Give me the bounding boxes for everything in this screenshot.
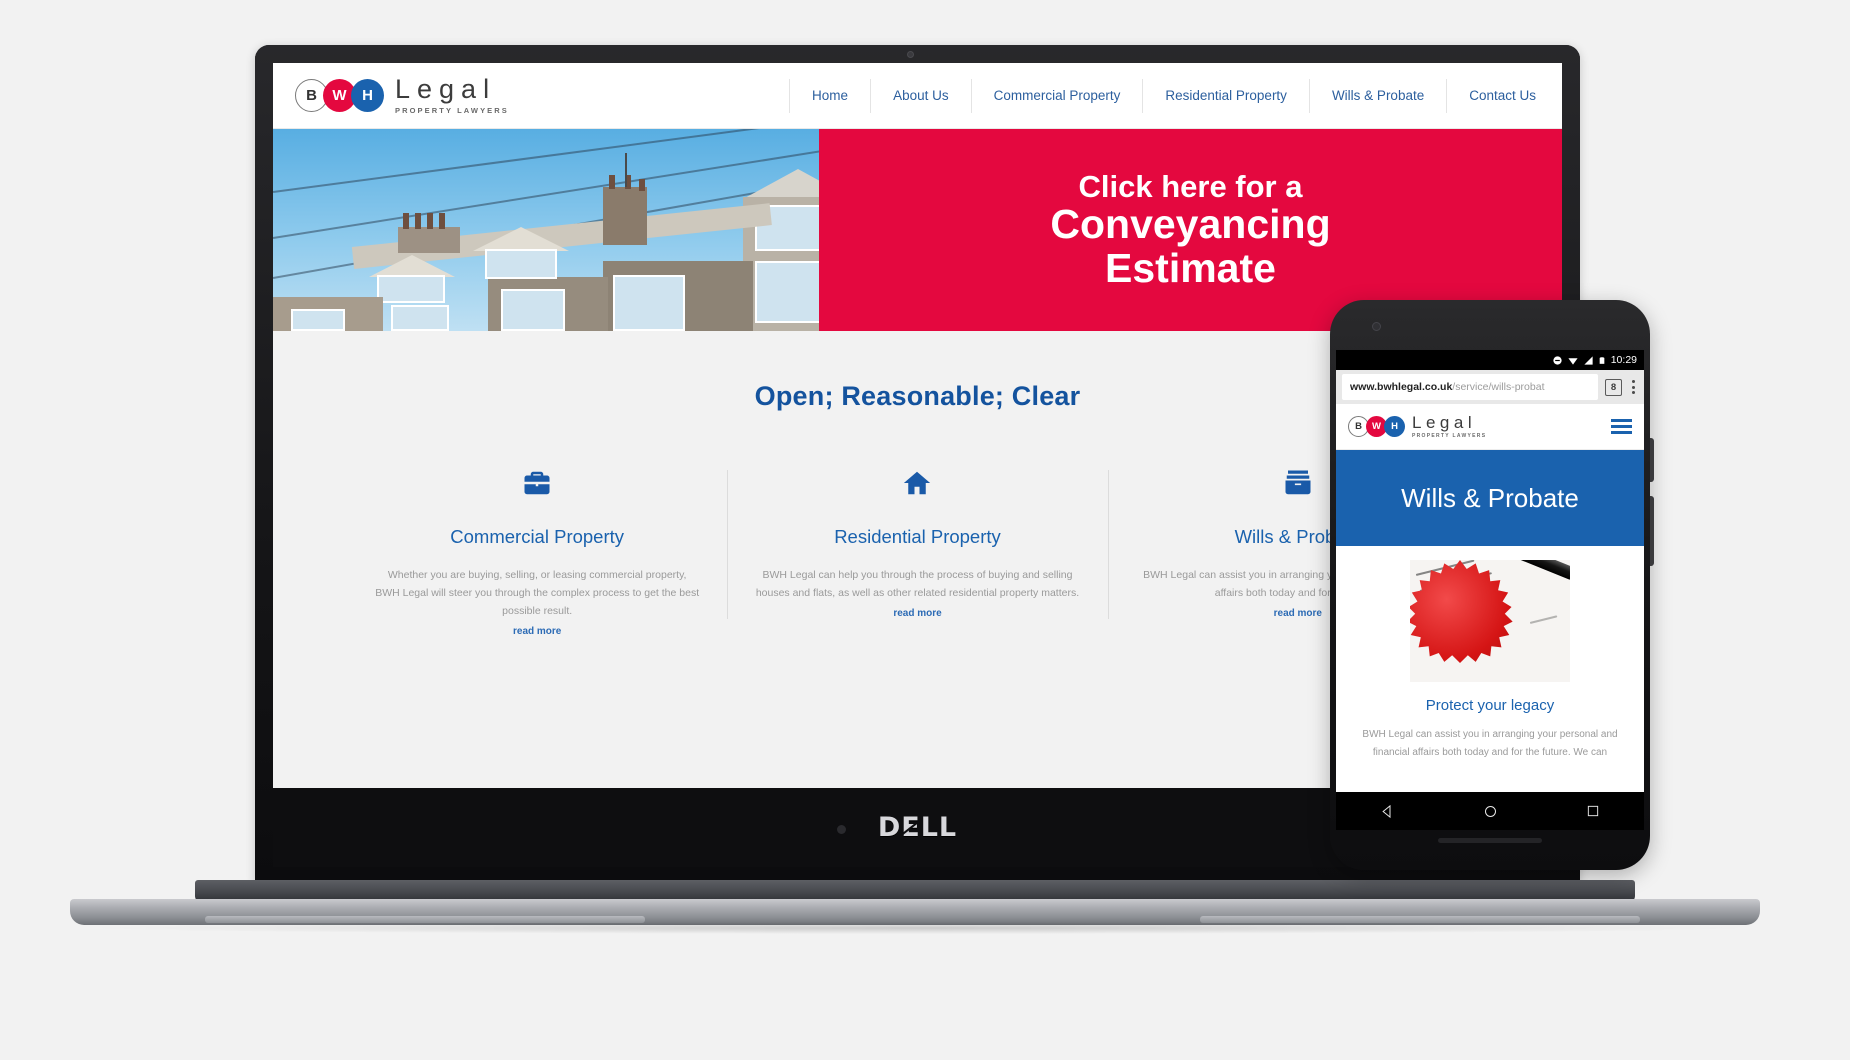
read-more-link[interactable]: read more (755, 608, 1079, 619)
recents-icon[interactable] (1586, 804, 1600, 818)
brand-logo[interactable]: B W H Legal PROPERTY LAWYERS (273, 76, 509, 115)
url-path: /service/wills-probat (1452, 381, 1545, 393)
front-camera-icon (1372, 322, 1381, 331)
dormer-window (377, 275, 445, 303)
do-not-disturb-icon (1553, 355, 1562, 365)
back-icon[interactable] (1380, 804, 1395, 819)
logo-letter-h: H (351, 79, 384, 112)
service-description: BWH Legal can help you through the proce… (755, 569, 1080, 600)
bay-window (501, 289, 565, 331)
cta-line-3: Estimate (1105, 244, 1276, 291)
nav-item-about-us[interactable]: About Us (870, 78, 971, 113)
red-wax-seal (1410, 560, 1513, 664)
chimney (398, 227, 460, 253)
brand-tagline: PROPERTY LAWYERS (395, 106, 509, 116)
mobile-content: Protect your legacy BWH Legal can assist… (1336, 546, 1644, 762)
house-icon (755, 462, 1079, 504)
android-status-bar: 10:29 (1336, 350, 1644, 370)
mobile-paragraph: BWH Legal can assist you in arranging yo… (1362, 729, 1618, 758)
status-time: 10:29 (1610, 354, 1637, 366)
aerial (625, 153, 627, 187)
base-shadow (100, 922, 1740, 934)
mobile-brand-wordmark: Legal PROPERTY LAWYERS (1412, 414, 1486, 439)
wifi-icon (1568, 357, 1578, 365)
nav-item-wills-probate[interactable]: Wills & Probate (1308, 78, 1446, 113)
cta-line-1: Click here for a (1078, 168, 1303, 204)
status-icons (1552, 355, 1606, 366)
mobile-page-banner: Wills & Probate (1336, 450, 1644, 546)
chimney-pot (609, 175, 615, 189)
dell-logo: DELL (877, 812, 958, 843)
chimney (603, 187, 647, 245)
wax-seal-document-photo (1410, 560, 1570, 682)
brand-wordmark: Legal PROPERTY LAWYERS (395, 76, 509, 115)
bay-window (391, 305, 449, 331)
signal-icon (1584, 355, 1593, 365)
mobile-page-title: Wills & Probate (1401, 482, 1579, 513)
pen-icon (1491, 560, 1570, 581)
service-description: Whether you are buying, selling, or leas… (375, 569, 700, 618)
phone-screen: 10:29 www.bwhlegal.co.uk/service/wills-p… (1336, 350, 1644, 792)
status-led (837, 825, 846, 834)
scene: B W H Legal PROPERTY LAWYERS Home About … (0, 0, 1850, 1060)
tab-count-button[interactable]: 8 (1605, 378, 1622, 396)
nav-item-contact-us[interactable]: Contact Us (1446, 78, 1562, 113)
logo-letter-h: H (1384, 416, 1405, 437)
service-title[interactable]: Residential Property (755, 526, 1079, 548)
nav-item-residential-property[interactable]: Residential Property (1142, 78, 1309, 113)
briefcase-icon (375, 462, 699, 504)
chimney-pot (403, 213, 409, 229)
phone-power-button[interactable] (1650, 438, 1654, 482)
nav-item-home[interactable]: Home (789, 78, 870, 113)
chimney-pot (427, 213, 433, 229)
cta-line-2: Conveyancing (1050, 200, 1331, 247)
chimney-pot (415, 213, 421, 229)
mobile-brand-tagline: PROPERTY LAWYERS (1412, 433, 1487, 439)
window (291, 309, 345, 331)
url-input[interactable]: www.bwhlegal.co.uk/service/wills-probat (1342, 374, 1598, 400)
service-card-residential-property: Residential Property BWH Legal can help … (727, 462, 1107, 637)
phone-volume-button[interactable] (1650, 496, 1654, 566)
url-domain: www.bwhlegal.co.uk (1350, 381, 1453, 393)
mobile-site-header: B W H Legal PROPERTY LAWYERS (1336, 404, 1644, 450)
bay-window (613, 275, 685, 331)
mobile-brand-name: Legal (1412, 413, 1477, 432)
nav-item-commercial-property[interactable]: Commercial Property (970, 78, 1143, 113)
mobile-brand-logo[interactable]: B W H Legal PROPERTY LAWYERS (1348, 414, 1486, 439)
brand-name: Legal (395, 74, 497, 105)
window (755, 261, 819, 323)
mobile-heading: Protect your legacy (1425, 697, 1555, 714)
webcam-icon (907, 51, 914, 58)
main-navigation: Home About Us Commercial Property Reside… (789, 63, 1562, 129)
battery-icon (1599, 356, 1605, 364)
document-text-line (1529, 615, 1558, 624)
read-more-link[interactable]: read more (375, 626, 699, 637)
dormer-window (485, 249, 557, 279)
hero-photo-houses (273, 129, 819, 331)
phone-speaker (1438, 838, 1542, 843)
service-card-commercial-property: Commercial Property Whether you are buyi… (347, 462, 727, 637)
chimney-pot (439, 213, 445, 229)
browser-url-bar: www.bwhlegal.co.uk/service/wills-probat … (1336, 370, 1644, 404)
home-icon[interactable] (1483, 804, 1498, 819)
cta-text: Click here for a Conveyancing Estimate (1050, 168, 1331, 291)
site-header: B W H Legal PROPERTY LAWYERS Home About … (273, 63, 1562, 129)
android-navigation-bar (1336, 792, 1644, 830)
phone-mockup: 10:29 www.bwhlegal.co.uk/service/wills-p… (1330, 300, 1654, 870)
chimney-pot (639, 179, 645, 191)
brand-circles: B W H (295, 79, 384, 112)
kebab-menu-icon[interactable] (1629, 380, 1638, 394)
service-title[interactable]: Commercial Property (375, 526, 699, 548)
hamburger-icon[interactable] (1611, 419, 1632, 434)
